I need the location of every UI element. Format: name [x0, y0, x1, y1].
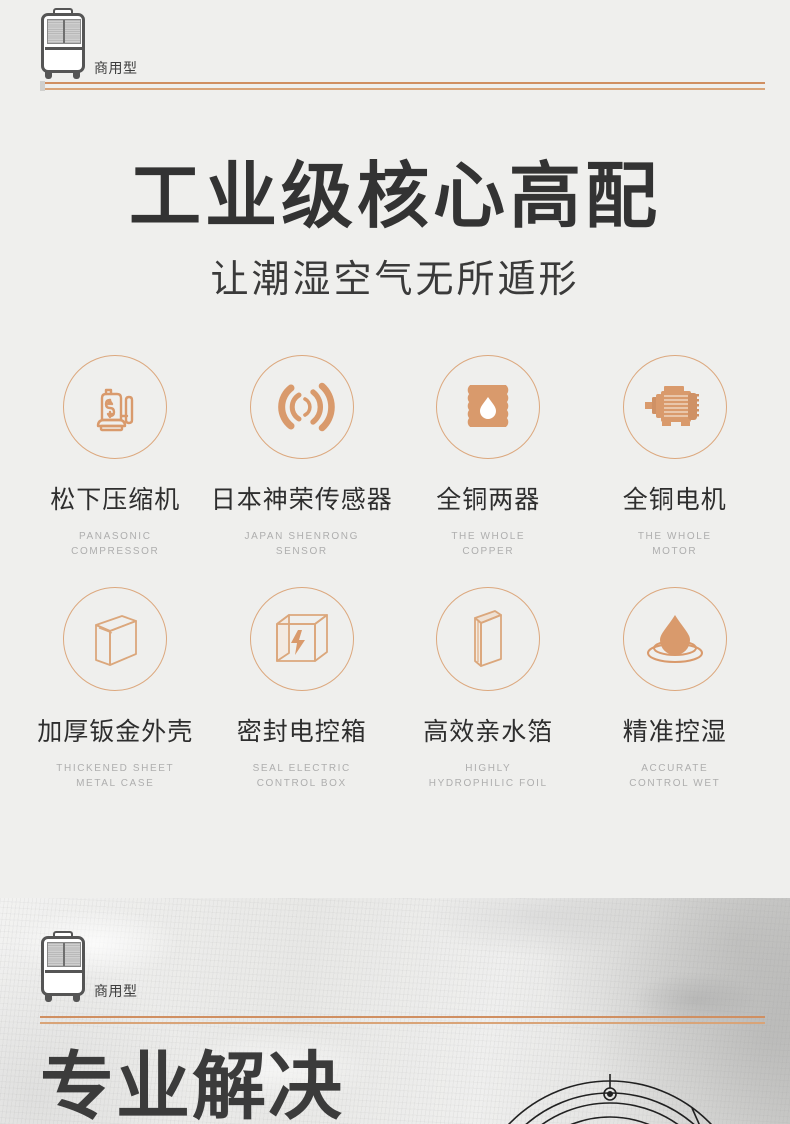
feature-icon-circle	[436, 354, 541, 459]
header-divider	[40, 81, 765, 91]
feature-subtitle: THE WHOLE COPPER	[451, 530, 526, 557]
feature-icon-circle	[622, 354, 727, 459]
dehumidifier-wheel-left	[45, 994, 52, 1002]
foil-sheet-icon	[463, 606, 513, 672]
page-subtitle: 让潮湿空气无所遁形	[210, 258, 580, 301]
feature-subtitle: THICKENED SHEET METAL CASE	[56, 762, 175, 789]
feature-item: 精准控湿 ACCURATE CONTROL WET	[582, 586, 769, 791]
feature-subtitle: HIGHLY HYDROPHILIC FOIL	[428, 762, 548, 789]
feature-title: 精准控湿	[622, 717, 727, 746]
feature-icon-circle	[249, 354, 354, 459]
feature-item: 全铜电机 THE WHOLE MOTOR	[582, 354, 769, 559]
motor-icon	[640, 380, 710, 434]
page-title: 工业级核心高配	[128, 157, 661, 237]
feature-icon-circle	[63, 354, 168, 459]
feature-title: 全铜两器	[436, 485, 541, 514]
dehumidifier-body	[41, 13, 85, 73]
feature-title: 全铜电机	[622, 485, 727, 514]
copper-coil-icon	[457, 379, 519, 435]
divider-line-secondary	[40, 1022, 765, 1024]
feature-title: 加厚钣金外壳	[37, 717, 194, 746]
feature-icon-circle	[436, 586, 541, 691]
electric-box-icon	[269, 611, 335, 667]
industrial-features-section: 商用型 工业级核心高配 让潮湿空气无所遁形 松下压缩机 PANASONIC CO…	[0, 0, 790, 898]
feature-subtitle: ACCURATE CONTROL WET	[629, 762, 721, 789]
compressor-icon	[84, 376, 146, 438]
dehumidifier-wheel-right	[73, 71, 80, 79]
feature-item: 加厚钣金外壳 THICKENED SHEET METAL CASE	[22, 586, 209, 791]
bottom-brand-row: 商用型	[40, 898, 790, 1003]
dehumidifier-divider	[45, 970, 82, 973]
feature-item: 松下压缩机 PANASONIC COMPRESSOR	[22, 354, 209, 559]
feature-icon-circle	[63, 586, 168, 691]
dehumidifier-icon	[40, 8, 86, 80]
feature-subtitle: PANASONIC COMPRESSOR	[71, 530, 160, 557]
feature-subtitle: SEAL ELECTRIC CONTROL BOX	[252, 762, 351, 789]
divider-cap	[40, 81, 45, 91]
brand-label: 商用型	[94, 60, 138, 76]
bottom-heading: 专业解决	[40, 1045, 344, 1124]
dehumidifier-wheel-right	[73, 994, 80, 1002]
feature-title: 密封电控箱	[236, 717, 367, 746]
feature-subtitle: THE WHOLE MOTOR	[637, 530, 712, 557]
dehumidifier-wheel-left	[45, 71, 52, 79]
divider-line-primary	[40, 1016, 765, 1018]
dehumidifier-grille	[47, 942, 81, 967]
headline-block: 工业级核心高配 让潮湿空气无所遁形	[0, 98, 790, 303]
feature-subtitle: JAPAN SHENRONG SENSOR	[244, 530, 359, 557]
bottom-brand-label: 商用型	[94, 983, 138, 999]
dehumidifier-grille	[47, 19, 81, 44]
feature-item: 全铜两器 THE WHOLE COPPER	[395, 354, 582, 559]
professional-solution-section: 商用型 专业解决	[0, 898, 790, 1124]
electric-box-icon-wrap	[249, 586, 354, 691]
brand-header: 商用型	[0, 0, 790, 98]
feature-icon-circle	[622, 586, 727, 691]
dehumidifier-divider	[45, 47, 82, 50]
feature-title: 高效亲水箔	[423, 717, 554, 746]
feature-grid: 松下压缩机 PANASONIC COMPRESSOR 日本神荣传感器 JAPAN …	[0, 354, 790, 791]
dehumidifier-icon	[40, 931, 86, 1003]
metal-case-box-icon	[86, 607, 144, 671]
sensor-waves-icon	[269, 379, 335, 435]
water-droplet-ripple-icon	[641, 608, 709, 670]
bottom-divider	[40, 1016, 765, 1024]
feature-title: 日本神荣传感器	[210, 485, 393, 514]
bottom-content: 商用型 专业解决	[0, 898, 790, 1124]
feature-item: 日本神荣传感器 JAPAN SHENRONG SENSOR	[209, 354, 396, 559]
divider-line-primary	[40, 82, 765, 84]
divider-line-secondary	[40, 88, 765, 90]
feature-item: 高效亲水箔 HIGHLY HYDROPHILIC FOIL	[395, 586, 582, 791]
brand-row: 商用型	[40, 0, 790, 80]
dehumidifier-body	[41, 936, 85, 996]
feature-item: 密封电控箱 SEAL ELECTRIC CONTROL BOX	[209, 586, 396, 791]
feature-title: 松下压缩机	[50, 485, 181, 514]
